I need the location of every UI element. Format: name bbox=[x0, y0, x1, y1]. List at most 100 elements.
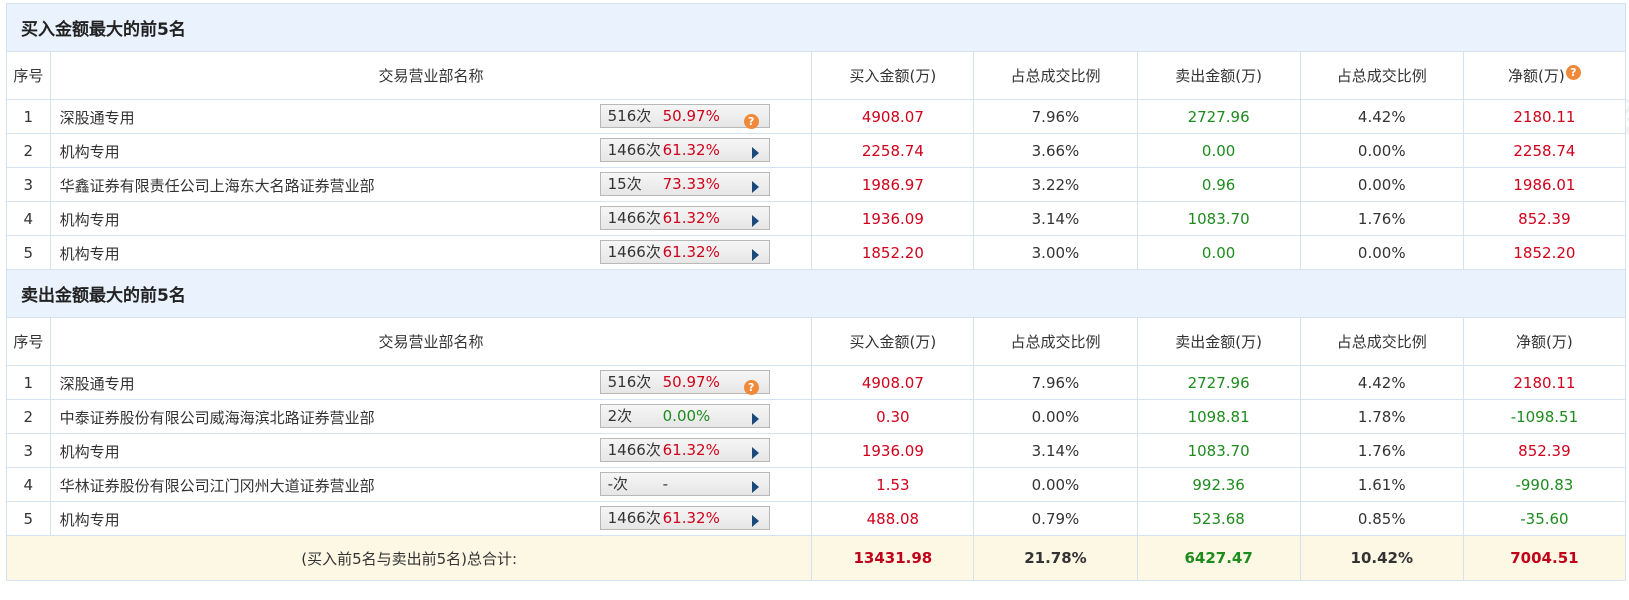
appearance-count: 1466次 bbox=[607, 509, 661, 527]
net-amount: 2180.11 bbox=[1462, 365, 1627, 400]
question-icon-glyph: ? bbox=[743, 380, 759, 395]
triangle-right-icon[interactable] bbox=[751, 211, 759, 233]
triangle-right-glyph bbox=[751, 447, 759, 459]
sell-ratio: 4.42% bbox=[1299, 365, 1464, 400]
branch-name-link[interactable]: 华林证券股份有限公司江门冈州大道证券营业部 bbox=[60, 475, 375, 496]
buy-amount: 4908.07 bbox=[811, 365, 975, 400]
buy-ratio: 3.00% bbox=[973, 235, 1138, 270]
branch-cell: 机构专用 1466次 61.32% bbox=[49, 235, 813, 270]
row-index: 1 bbox=[6, 365, 51, 400]
column-header: 交易营业部名称 bbox=[49, 51, 813, 100]
branch-stats-badge[interactable]: 1466次 61.32% bbox=[599, 438, 770, 465]
branch-name-link[interactable]: 中泰证券股份有限公司威海海滨北路证券营业部 bbox=[60, 407, 375, 428]
branch-cell: 机构专用 1466次 61.32% bbox=[49, 501, 813, 536]
branch-name-link[interactable]: 深股通专用 bbox=[60, 373, 135, 394]
sell-amount: 2727.96 bbox=[1136, 365, 1301, 400]
success-rate: 61.32% bbox=[662, 441, 720, 459]
buy-ratio: 0.00% bbox=[973, 467, 1138, 502]
sell-ratio: 1.78% bbox=[1299, 399, 1464, 434]
triangle-right-icon[interactable] bbox=[751, 409, 759, 431]
total-sell: 6427.47 bbox=[1136, 535, 1301, 581]
net-amount: 1852.20 bbox=[1462, 235, 1627, 270]
branch-stats-badge[interactable]: 1466次 61.32% bbox=[599, 206, 770, 233]
branch-stats-badge[interactable]: 1466次 61.32% bbox=[599, 240, 770, 267]
column-header: 序号 bbox=[6, 51, 51, 100]
sell-ratio: 4.42% bbox=[1299, 99, 1464, 134]
appearance-count: 15次 bbox=[607, 175, 642, 193]
buy-ratio: 7.96% bbox=[973, 99, 1138, 134]
branch-name-link[interactable]: 机构专用 bbox=[60, 509, 120, 530]
buy-amount: 1852.20 bbox=[811, 235, 975, 270]
column-header-label: 占总成交比例 bbox=[1010, 333, 1101, 351]
column-header-label: 卖出金额(万) bbox=[1175, 67, 1262, 85]
column-header: 占总成交比例 bbox=[973, 317, 1138, 366]
branch-name-link[interactable]: 机构专用 bbox=[60, 441, 120, 462]
question-icon[interactable]: ? bbox=[743, 375, 759, 397]
column-header-label: 占总成交比例 bbox=[1010, 67, 1101, 85]
sell-amount: 523.68 bbox=[1136, 501, 1301, 536]
branch-stats-badge[interactable]: 516次 50.97%? bbox=[599, 370, 770, 397]
row-index: 4 bbox=[6, 201, 51, 236]
branch-name-link[interactable]: 机构专用 bbox=[60, 243, 120, 264]
appearance-count: 516次 bbox=[607, 107, 652, 125]
branch-stats-badge[interactable]: -次 - bbox=[599, 472, 770, 499]
branch-stats-badge[interactable]: 516次 50.97%? bbox=[599, 104, 770, 131]
branch-cell: 机构专用 1466次 61.32% bbox=[49, 133, 813, 168]
triangle-right-icon[interactable] bbox=[751, 443, 759, 465]
sell-amount: 2727.96 bbox=[1136, 99, 1301, 134]
table-row: 2 机构专用 1466次 61.32% 2258.74 3.66% 0.00 0.00% 225… bbox=[6, 133, 1627, 168]
buy-ratio: 3.66% bbox=[973, 133, 1138, 168]
sell-amount: 992.36 bbox=[1136, 467, 1301, 502]
success-rate: 61.32% bbox=[662, 141, 720, 159]
triangle-right-glyph bbox=[751, 181, 759, 193]
sell-ratio: 0.00% bbox=[1299, 167, 1464, 202]
branch-cell: 深股通专用 516次 50.97%? bbox=[49, 365, 813, 400]
branch-cell: 中泰证券股份有限公司威海海滨北路证券营业部 2次 0.00% bbox=[49, 399, 813, 434]
branch-stats-badge[interactable]: 1466次 61.32% bbox=[599, 138, 770, 165]
branch-name-link[interactable]: 华鑫证券有限责任公司上海东大名路证券营业部 bbox=[60, 175, 375, 196]
sell-ratio: 1.61% bbox=[1299, 467, 1464, 502]
triangle-right-icon[interactable] bbox=[751, 245, 759, 267]
triangle-right-icon[interactable] bbox=[751, 511, 759, 533]
table-header-row: 序号 交易营业部名称 买入金额(万) 占总成交比例 卖出金额(万) 占总成交比例 净额(万)… bbox=[6, 51, 1627, 100]
total-label: (买入前5名与卖出前5名)总合计: bbox=[5, 535, 813, 581]
row-index: 3 bbox=[6, 167, 51, 202]
appearance-count: 516次 bbox=[607, 373, 652, 391]
help-icon[interactable]: ? bbox=[1565, 65, 1581, 80]
branch-stats-badge[interactable]: 1466次 61.32% bbox=[599, 506, 770, 533]
sell-amount: 1098.81 bbox=[1136, 399, 1301, 434]
table-header-row: 序号 交易营业部名称 买入金额(万) 占总成交比例 卖出金额(万) 占总成交比例 净额(万) bbox=[6, 317, 1627, 366]
triangle-right-icon[interactable] bbox=[751, 177, 759, 199]
branch-name-link[interactable]: 机构专用 bbox=[60, 141, 120, 162]
table-row: 5 机构专用 1466次 61.32% 1852.20 3.00% 0.00 0.00% 185… bbox=[6, 235, 1627, 270]
table-row: 4 华林证券股份有限公司江门冈州大道证券营业部 -次 - 1.53 0.00% 992.36… bbox=[6, 467, 1627, 502]
net-amount: 1986.01 bbox=[1462, 167, 1627, 202]
branch-stats-badge[interactable]: 15次 73.33% bbox=[599, 172, 770, 199]
success-rate: 50.97% bbox=[662, 107, 720, 125]
buy-amount: 488.08 bbox=[811, 501, 975, 536]
buy-amount: 0.30 bbox=[811, 399, 975, 434]
net-amount: 852.39 bbox=[1462, 201, 1627, 236]
appearance-count: 2次 bbox=[607, 407, 633, 425]
triangle-right-icon[interactable] bbox=[751, 477, 759, 499]
column-header-label: 净额(万) bbox=[1516, 333, 1573, 351]
row-index: 3 bbox=[6, 433, 51, 468]
success-rate: 73.33% bbox=[662, 175, 720, 193]
branch-stats-badge[interactable]: 2次 0.00% bbox=[599, 404, 770, 431]
buy-ratio: 7.96% bbox=[973, 365, 1138, 400]
branch-cell: 深股通专用 516次 50.97%? bbox=[49, 99, 813, 134]
triangle-right-icon[interactable] bbox=[751, 143, 759, 165]
total-row: (买入前5名与卖出前5名)总合计: 13431.98 21.78% 6427.47 10… bbox=[5, 535, 1627, 581]
lhb-page: 东方财富网eastmoney.com东方财富网eastmoney.com东方财富… bbox=[0, 0, 1629, 600]
row-index: 2 bbox=[6, 133, 51, 168]
buy-amount: 4908.07 bbox=[811, 99, 975, 134]
column-header: 净额(万)? bbox=[1462, 51, 1627, 100]
column-header: 交易营业部名称 bbox=[49, 317, 813, 366]
question-icon[interactable]: ? bbox=[743, 109, 759, 131]
table-row: 2 中泰证券股份有限公司威海海滨北路证券营业部 2次 0.00% 0.30 0.00% 10… bbox=[6, 399, 1627, 434]
column-header-label: 买入金额(万) bbox=[849, 67, 937, 85]
branch-name-link[interactable]: 深股通专用 bbox=[60, 107, 135, 128]
branch-name-link[interactable]: 机构专用 bbox=[60, 209, 120, 230]
question-icon-glyph: ? bbox=[743, 114, 759, 129]
row-index: 2 bbox=[6, 399, 51, 434]
